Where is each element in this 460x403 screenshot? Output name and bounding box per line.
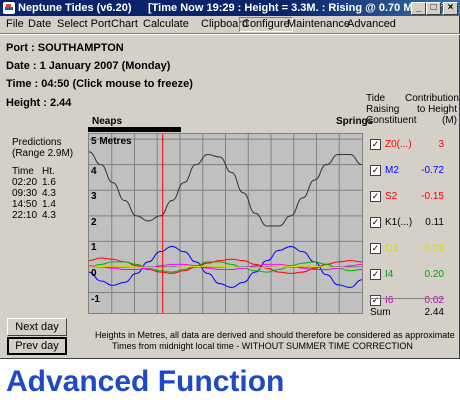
constituent-value: 0.02 — [424, 295, 444, 306]
menu-calculate[interactable]: Calculate — [143, 16, 189, 32]
predictions-range: (Range 2.9M) — [12, 148, 74, 159]
height-label: Height : 2.44 — [6, 97, 72, 109]
port-label: Port : SOUTHAMPTON — [6, 42, 124, 54]
y-tick-label: 3 — [91, 191, 97, 203]
constituent-name: S2 — [385, 191, 398, 202]
y-tick-label: 2 — [91, 216, 97, 228]
menu-bar: File Date Select Port Chart Calculate Cl… — [0, 16, 460, 32]
app-window: Neptune Tides (v6.20) [Time Now 19:29 : … — [0, 0, 460, 359]
title-bar[interactable]: Neptune Tides (v6.20) [Time Now 19:29 : … — [0, 0, 460, 16]
caption: Advanced Function — [6, 365, 285, 398]
constituent-row: ✓ I4 0.20 — [370, 268, 444, 282]
constituent-row: ✓ S2 -0.15 — [370, 190, 444, 204]
tide-chart-svg — [89, 134, 362, 313]
spring-neap-indicator — [88, 127, 181, 132]
y-tick-label: 4 — [91, 165, 97, 177]
constituent-name: I6 — [385, 295, 394, 306]
constituent-name: I4 — [385, 269, 394, 280]
tide-chart[interactable]: 5 Metres 4 3 2 1 0 -1 — [88, 133, 363, 314]
predictions-col-time: Time — [12, 166, 34, 177]
constituent-name: Z0(...) — [385, 139, 412, 150]
neaps-label: Neaps — [92, 116, 123, 127]
constituent-checkbox[interactable]: ✓ — [370, 139, 381, 150]
menu-chart[interactable]: Chart — [111, 16, 138, 32]
prediction-time: 09:30 — [12, 188, 38, 199]
sum-label: Sum — [370, 307, 391, 318]
prediction-height: 4.3 — [42, 210, 56, 221]
y-tick-label: -1 — [91, 293, 100, 305]
menu-select-port[interactable]: Select Port — [57, 16, 111, 32]
constituent-name: M2 — [385, 165, 399, 176]
contribution-header: Contribution to Height (M) — [405, 93, 459, 126]
constituent-row: ✓ K1(...) 0.11 — [370, 216, 444, 230]
prediction-height: 1.6 — [42, 177, 56, 188]
constituent-name: K1(...) — [385, 217, 413, 228]
prediction-height: 1.4 — [42, 199, 56, 210]
y-axis-top-label: 5 Metres — [91, 136, 132, 147]
constituent-name: O1 — [385, 243, 399, 254]
constituent-checkbox[interactable]: ✓ — [370, 165, 381, 176]
constituent-row: ✓ M2 -0.72 — [370, 164, 444, 178]
app-icon — [3, 2, 15, 14]
constituent-value: 0.20 — [424, 269, 444, 280]
constituent-checkbox[interactable]: ✓ — [370, 217, 381, 228]
constituent-value: 3 — [438, 139, 444, 150]
footer-note-2: Times from midnight local time - WITHOUT… — [112, 341, 413, 351]
close-button[interactable]: × — [443, 2, 458, 15]
time-label[interactable]: Time : 04:50 (Click mouse to freeze) — [6, 78, 193, 90]
menu-file[interactable]: File — [6, 16, 24, 32]
maximize-button[interactable]: □ — [426, 2, 441, 15]
sum-value: 2.44 — [424, 307, 444, 318]
tide-status: [Time Now 19:29 : Height = 3.3M. : Risin… — [148, 2, 446, 14]
constituent-value: 0.11 — [425, 217, 444, 228]
constituent-checkbox[interactable]: ✓ — [370, 269, 381, 280]
constituent-checkbox[interactable]: ✓ — [370, 191, 381, 202]
constituent-value: -0.72 — [421, 165, 444, 176]
date-label: Date : 1 January 2007 (Monday) — [6, 60, 171, 72]
prev-day-button[interactable]: Prev day — [7, 337, 67, 355]
footer-note: Heights in Metres, all data are derived … — [95, 330, 455, 340]
constituent-row: ✓ I6 0.02 — [370, 294, 444, 308]
constituent-checkbox[interactable]: ✓ — [370, 243, 381, 254]
y-tick-label: 1 — [91, 242, 97, 254]
predictions-col-ht: Ht. — [42, 166, 55, 177]
sum-divider — [370, 298, 444, 299]
constituent-row: ✓ O1 -0.03 — [370, 242, 444, 256]
menu-maintenance[interactable]: Maintenance — [287, 16, 350, 32]
menu-configure[interactable]: Configure — [239, 17, 293, 32]
menu-advanced[interactable]: Advanced — [347, 16, 396, 32]
prediction-time: 02:20 — [12, 177, 38, 188]
predictions-title: Predictions — [12, 137, 62, 148]
menu-date[interactable]: Date — [28, 16, 51, 32]
menu-separator — [0, 33, 460, 35]
y-tick-label: 0 — [91, 267, 97, 279]
prediction-height: 4.3 — [42, 188, 56, 199]
constituent-value: -0.15 — [421, 191, 444, 202]
prediction-time: 14:50 — [12, 199, 38, 210]
minimize-button[interactable]: _ — [411, 2, 426, 15]
constituent-checkbox[interactable]: ✓ — [370, 295, 381, 306]
prediction-time: 22:10 — [12, 210, 38, 221]
constituent-value: -0.03 — [421, 243, 444, 254]
next-day-button[interactable]: Next day — [7, 318, 67, 336]
app-title: Neptune Tides (v6.20) — [18, 2, 132, 14]
constituent-row: ✓ Z0(...) 3 — [370, 138, 444, 152]
